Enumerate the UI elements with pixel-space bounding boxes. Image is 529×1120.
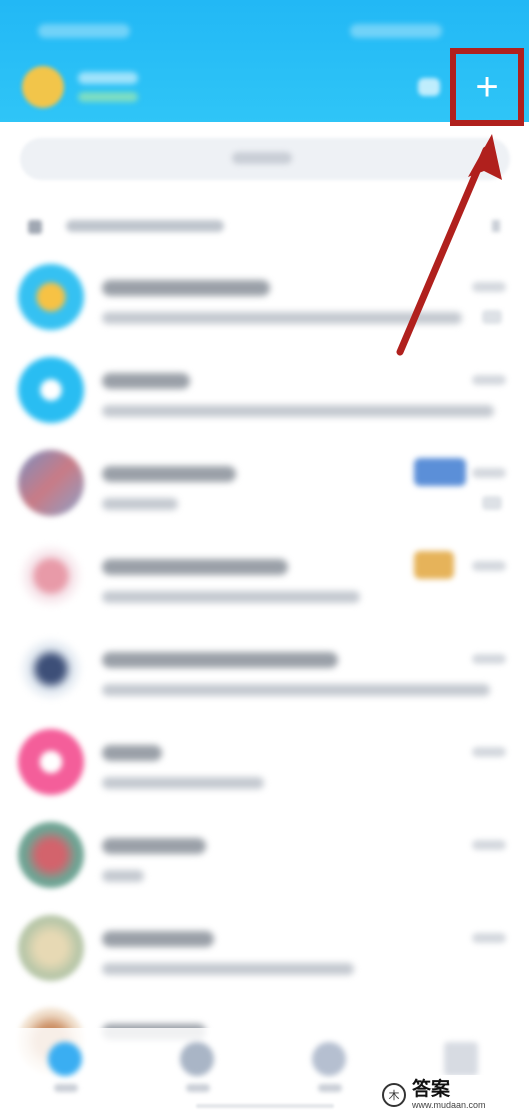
badge-icon [414, 551, 454, 579]
search-placeholder [232, 152, 292, 164]
chat-time [472, 561, 506, 571]
chat-title [102, 652, 338, 668]
watermark-url: www.mudaan.com [412, 1100, 486, 1110]
list-item[interactable] [0, 810, 529, 903]
plus-icon[interactable]: + [475, 67, 498, 107]
avatar[interactable] [22, 66, 64, 108]
list-item[interactable] [0, 717, 529, 810]
list-item[interactable] [0, 903, 529, 996]
chat-title [102, 466, 236, 482]
tab-label [54, 1084, 78, 1092]
watermark-logo: 木 [382, 1083, 406, 1107]
add-button[interactable]: + [450, 48, 524, 126]
chat-preview [102, 405, 494, 417]
chat-time [472, 933, 506, 943]
chat-preview [102, 591, 360, 603]
chat-time [472, 375, 506, 385]
badge-icon [414, 458, 466, 486]
chat-title [102, 280, 270, 296]
chat-time [472, 468, 506, 478]
status-bar-right [350, 24, 442, 38]
status-bar-left [38, 24, 130, 38]
list-item[interactable] [0, 252, 529, 345]
chat-time [472, 747, 506, 757]
avatar [18, 543, 84, 609]
chevron-right-icon [492, 220, 500, 232]
avatar [18, 729, 84, 795]
device-icon [28, 220, 42, 234]
tab-explore-icon[interactable] [312, 1042, 346, 1076]
tab-more-icon[interactable] [444, 1042, 478, 1076]
profile-status [78, 92, 138, 102]
mute-icon [482, 310, 502, 324]
chat-title [102, 559, 288, 575]
watermark-text: 答案 [412, 1079, 451, 1100]
avatar [18, 822, 84, 888]
chat-title [102, 373, 190, 389]
list-item[interactable] [0, 624, 529, 717]
avatar [18, 357, 84, 423]
contacts-icon[interactable] [418, 78, 440, 96]
chat-preview [102, 498, 178, 510]
chat-title [102, 745, 162, 761]
tab-messages-icon[interactable] [48, 1042, 82, 1076]
list-item[interactable] [0, 531, 529, 624]
chat-list [0, 252, 529, 1089]
device-login-text [66, 220, 224, 232]
watermark: 木 答案 www.mudaan.com [378, 1075, 524, 1115]
tab-label [318, 1084, 342, 1092]
chat-time [472, 654, 506, 664]
chat-preview [102, 963, 354, 975]
avatar [18, 636, 84, 702]
list-item[interactable] [0, 345, 529, 438]
chat-time [472, 840, 506, 850]
chat-preview [102, 312, 462, 324]
home-indicator [196, 1104, 334, 1108]
list-item[interactable] [0, 438, 529, 531]
chat-title [102, 931, 214, 947]
avatar [18, 450, 84, 516]
profile-name [78, 72, 138, 84]
chat-preview [102, 684, 490, 696]
chat-time [472, 282, 506, 292]
top-header: + [0, 0, 529, 126]
chat-preview [102, 777, 264, 789]
mute-icon [482, 496, 502, 510]
tab-contacts-icon[interactable] [180, 1042, 214, 1076]
device-login-row[interactable] [0, 204, 529, 246]
avatar [18, 915, 84, 981]
avatar [18, 264, 84, 330]
chat-title [102, 838, 206, 854]
chat-preview [102, 870, 144, 882]
tab-label [186, 1084, 210, 1092]
